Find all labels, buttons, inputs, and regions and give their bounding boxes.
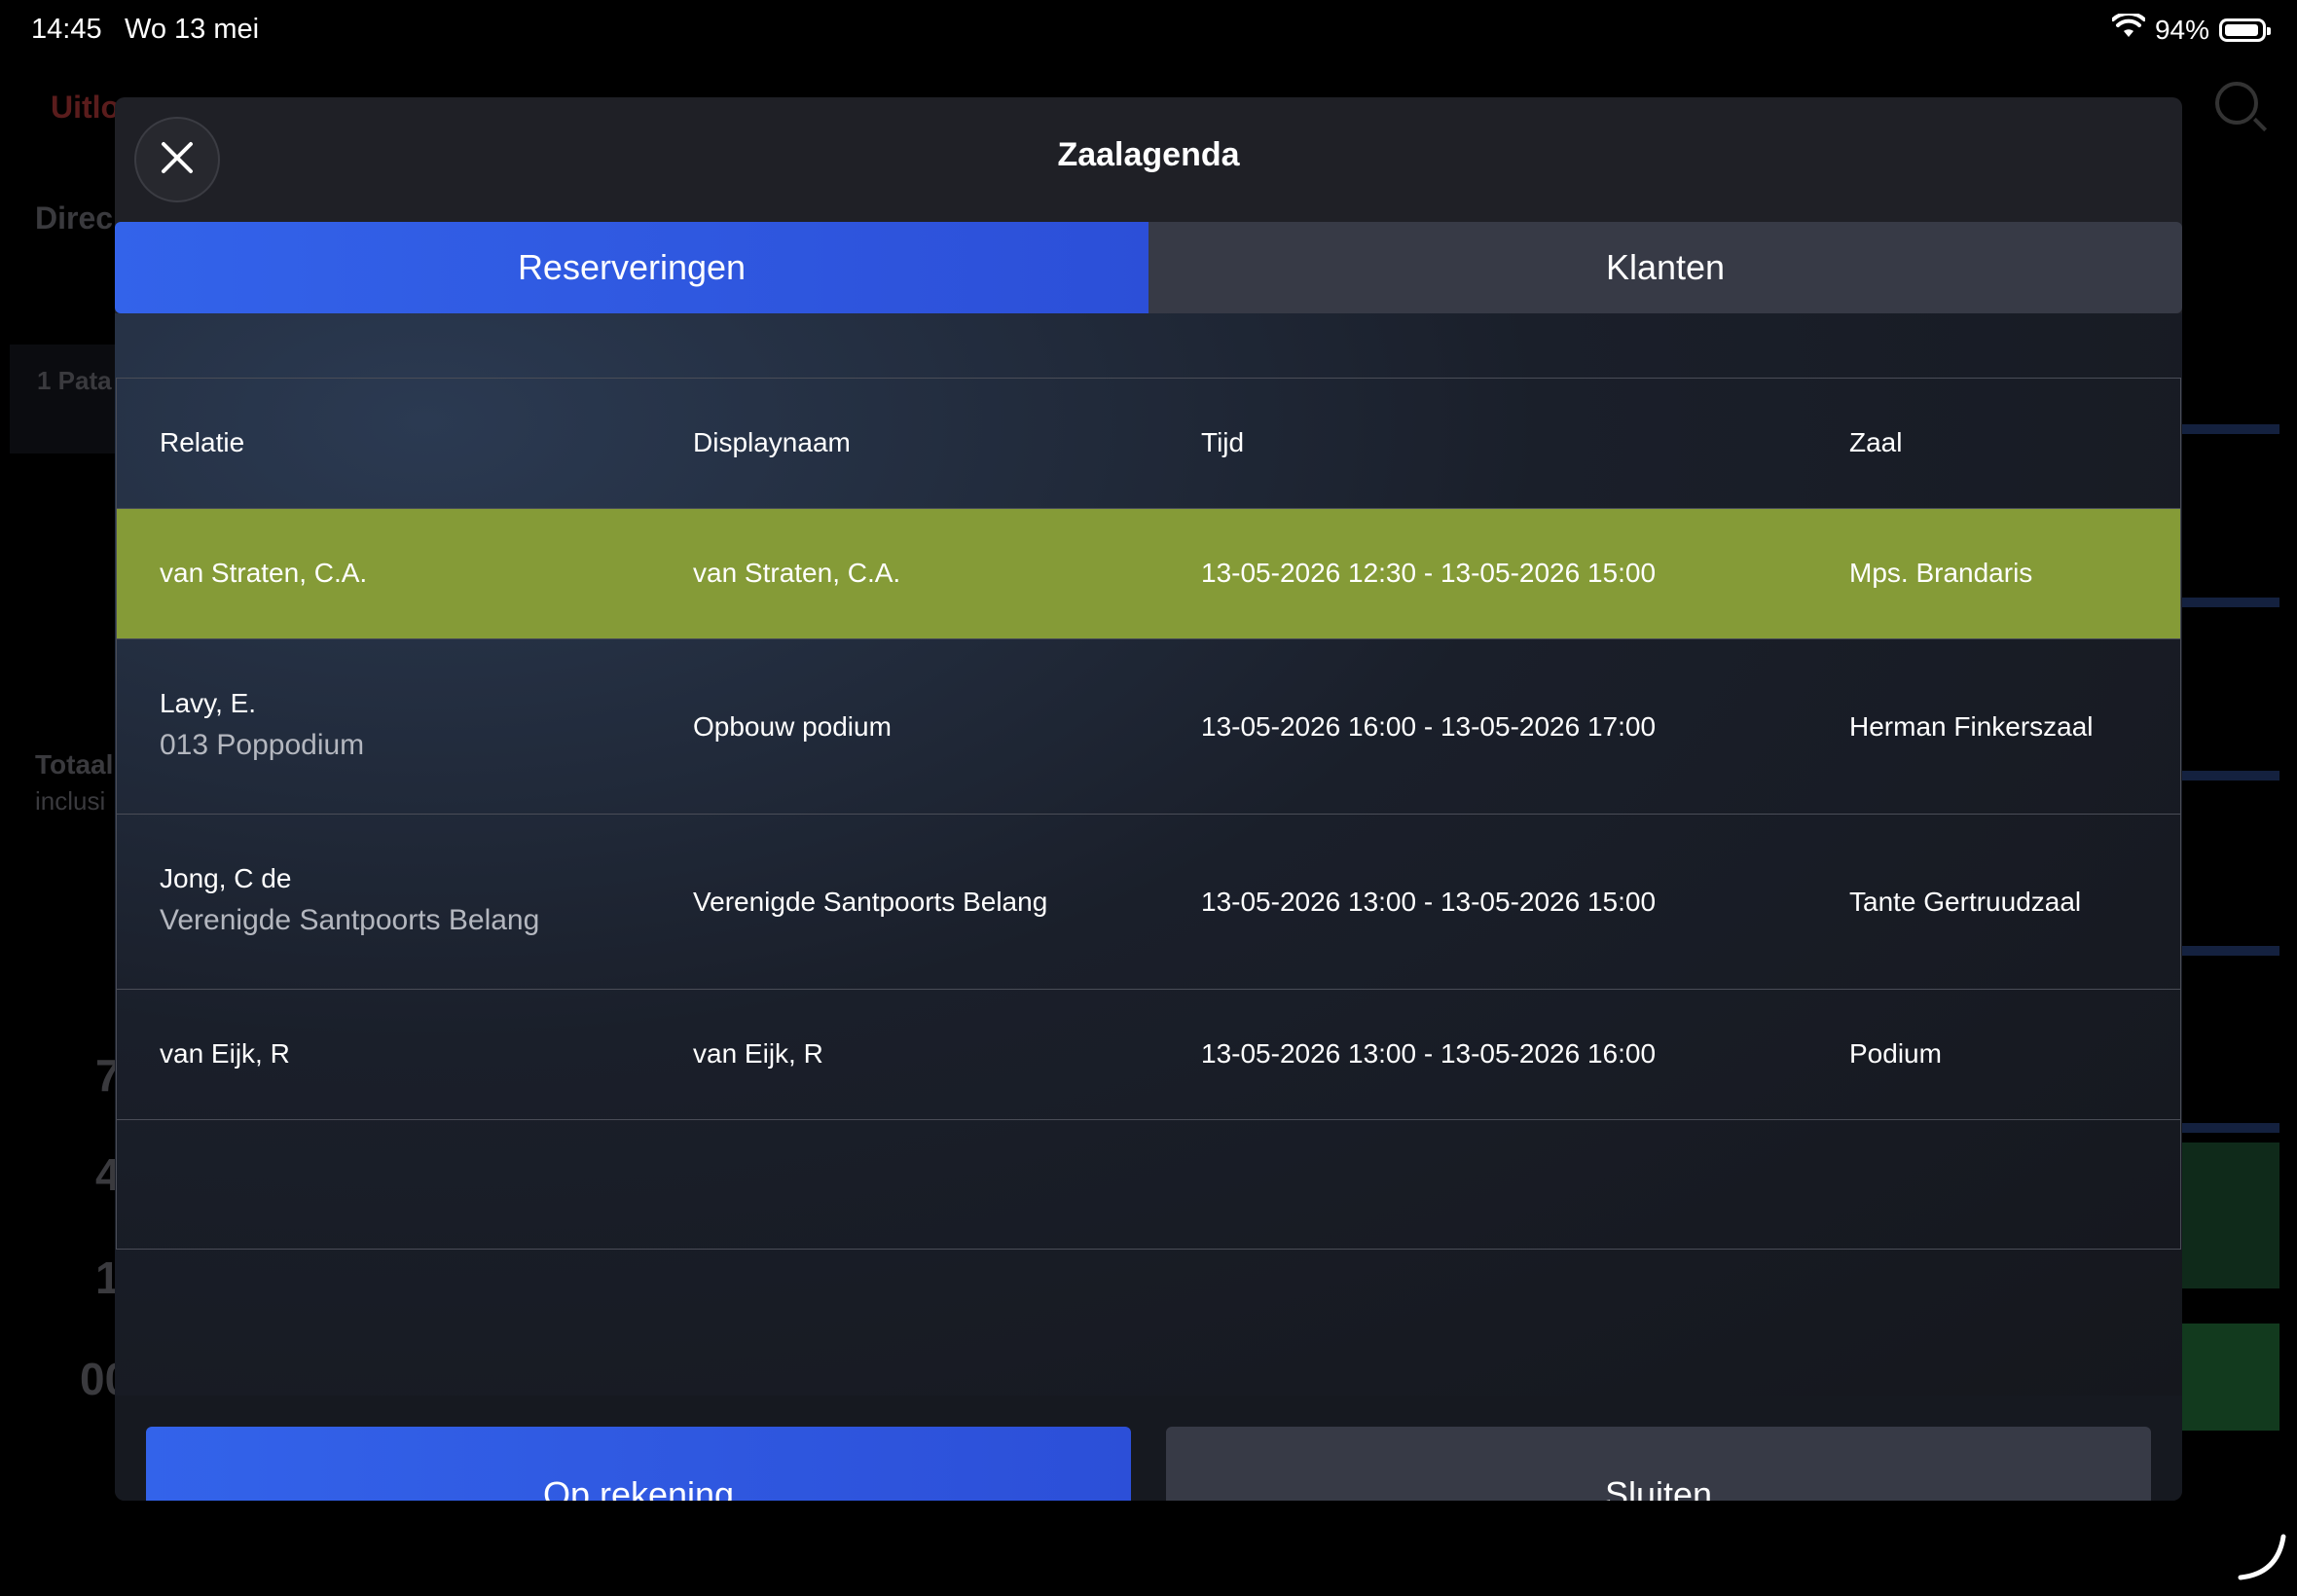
cell-relatie: van Eijk, R bbox=[160, 1038, 290, 1069]
bg-divider bbox=[2182, 424, 2279, 434]
bg-order-panel bbox=[10, 345, 117, 453]
bg-row-item: 1 Pata bbox=[37, 366, 112, 395]
cell-relatie-sub: 013 Poppodium bbox=[160, 729, 365, 761]
zaalagenda-modal: Zaalagenda Reserveringen Klanten Relatie… bbox=[115, 97, 2182, 1501]
tab-klanten[interactable]: Klanten bbox=[1148, 222, 2182, 313]
sluiten-button[interactable]: Sluiten bbox=[1166, 1427, 2151, 1501]
modal-footer: Op rekening Sluiten bbox=[115, 1396, 2182, 1501]
reservations-table: Relatie Displaynaam Tijd Zaal van Strate… bbox=[116, 378, 2181, 1250]
content-area: Relatie Displaynaam Tijd Zaal van Strate… bbox=[115, 313, 2182, 1396]
column-header-displaynaam: Displaynaam bbox=[693, 427, 851, 457]
status-bar: 14:45 Wo 13 mei 94% bbox=[0, 0, 2297, 62]
table-header: Relatie Displaynaam Tijd Zaal bbox=[117, 379, 2180, 509]
bg-green-tile bbox=[2182, 1143, 2279, 1288]
tab-bar: Reserveringen Klanten bbox=[115, 222, 2182, 313]
bg-total-sub: inclusi bbox=[35, 786, 106, 816]
table-row[interactable]: van Eijk, R van Eijk, R 13-05-2026 13:00… bbox=[117, 990, 2180, 1120]
cell-zaal: Mps. Brandaris bbox=[1849, 558, 2033, 588]
bg-divider bbox=[2182, 1123, 2279, 1133]
modal-header: Zaalagenda bbox=[115, 97, 2182, 222]
bg-divider bbox=[2182, 771, 2279, 780]
cell-relatie-name: Lavy, E. bbox=[160, 688, 257, 718]
wifi-icon bbox=[2110, 11, 2146, 46]
cell-zaal: Herman Finkerszaal bbox=[1849, 711, 2094, 742]
bg-divider bbox=[2182, 946, 2279, 956]
search-icon bbox=[2215, 82, 2258, 125]
cell-relatie: Jong, C de Verenigde Santpoorts Belang bbox=[160, 863, 539, 937]
cell-displaynaam: Opbouw podium bbox=[693, 711, 892, 742]
cell-displaynaam: van Straten, C.A. bbox=[693, 558, 901, 588]
status-indicators: 94% bbox=[2110, 11, 2271, 46]
battery-percentage: 94% bbox=[2154, 14, 2209, 45]
cell-tijd: 13-05-2026 12:30 - 13-05-2026 15:00 bbox=[1201, 558, 1657, 588]
table-row[interactable]: van Straten, C.A. van Straten, C.A. 13-0… bbox=[117, 509, 2180, 639]
cell-tijd: 13-05-2026 13:00 - 13-05-2026 15:00 bbox=[1201, 887, 1657, 917]
table-row[interactable]: Jong, C de Verenigde Santpoorts Belang V… bbox=[117, 815, 2180, 990]
cell-relatie-sub: Verenigde Santpoorts Belang bbox=[160, 904, 540, 936]
column-header-zaal: Zaal bbox=[1849, 427, 1903, 457]
tab-reserveringen[interactable]: Reserveringen bbox=[115, 222, 1148, 313]
bg-total-label: Totaal bbox=[35, 749, 114, 780]
cell-zaal: Podium bbox=[1849, 1038, 1942, 1069]
bg-section-title: Direc bbox=[35, 200, 114, 236]
cell-tijd: 13-05-2026 16:00 - 13-05-2026 17:00 bbox=[1201, 711, 1657, 742]
cell-zaal: Tante Gertruudzaal bbox=[1849, 887, 2082, 917]
battery-fill bbox=[2225, 23, 2258, 36]
modal-title: Zaalagenda bbox=[1057, 136, 1240, 173]
column-header-relatie: Relatie bbox=[160, 427, 245, 457]
bg-top-left-label: Uitlo bbox=[51, 90, 121, 125]
cell-tijd: 13-05-2026 13:00 - 13-05-2026 16:00 bbox=[1201, 1038, 1657, 1069]
column-header-tijd: Tijd bbox=[1201, 427, 1245, 457]
cell-displaynaam: Verenigde Santpoorts Belang bbox=[693, 887, 1048, 917]
status-date: Wo 13 mei bbox=[125, 14, 260, 45]
bg-divider bbox=[2182, 598, 2279, 607]
cell-relatie: van Straten, C.A. bbox=[160, 558, 368, 588]
corner-arc-icon bbox=[2235, 1529, 2289, 1588]
cell-relatie: Lavy, E. 013 Poppodium bbox=[160, 688, 364, 762]
bg-green-tile bbox=[2182, 1324, 2279, 1431]
cell-displaynaam: van Eijk, R bbox=[693, 1038, 823, 1069]
table-row[interactable]: Lavy, E. 013 Poppodium Opbouw podium 13-… bbox=[117, 639, 2180, 815]
cell-relatie-name: Jong, C de bbox=[160, 863, 292, 893]
status-time: 14:45 bbox=[31, 14, 102, 45]
op-rekening-button[interactable]: Op rekening bbox=[146, 1427, 1131, 1501]
battery-icon bbox=[2219, 18, 2271, 42]
